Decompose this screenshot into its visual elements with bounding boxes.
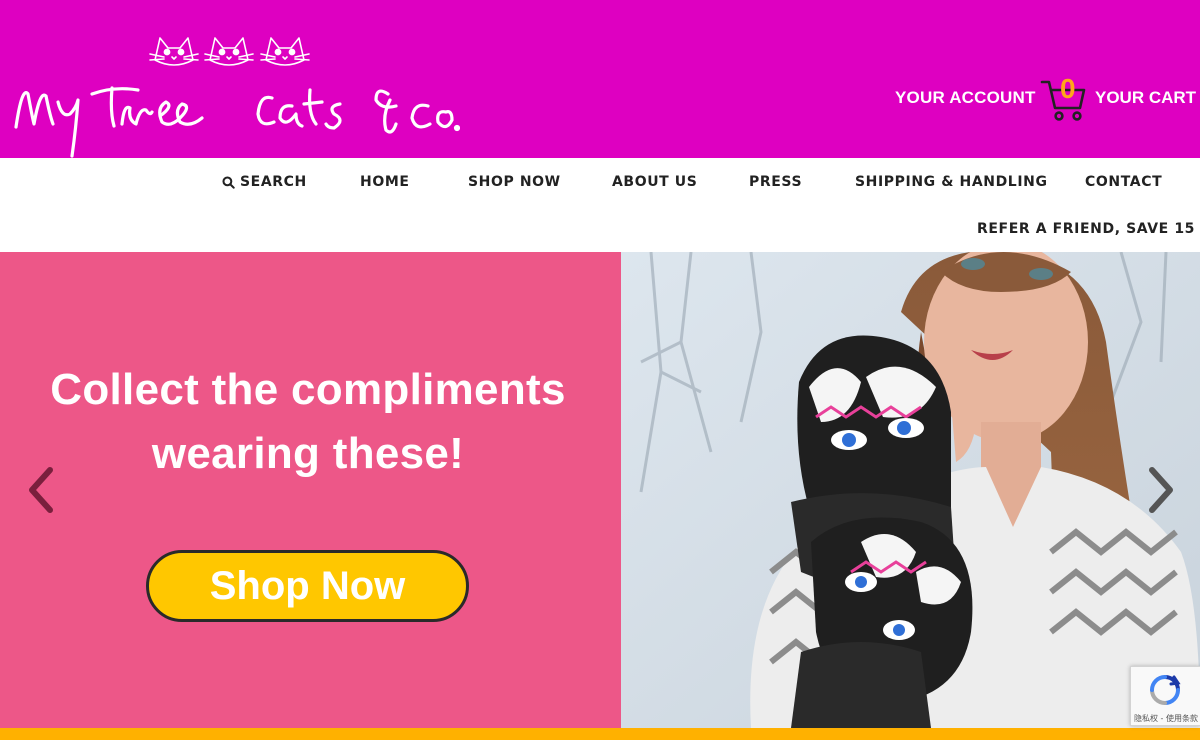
search-icon [222,175,235,189]
slider-prev-arrow[interactable] [24,464,58,516]
nav-shipping-handling[interactable]: SHIPPING & HANDLING [855,174,1048,190]
nav-refer-a-friend[interactable]: REFER A FRIEND, SAVE 15 [977,221,1195,237]
your-cart-link[interactable]: 0 YOUR CART [1040,73,1196,124]
hero-promo-panel: Collect the compliments wearing these! S… [0,252,621,728]
chevron-right-icon [1149,467,1173,513]
site-logo[interactable] [10,24,460,158]
cart-count: 0 [1060,73,1076,104]
cat-face-icon [204,37,254,66]
main-navigation: SEARCH HOME SHOP NOW ABOUT US PRESS SHIP… [0,158,1200,252]
nav-home[interactable]: HOME [360,174,410,190]
nav-shop-now[interactable]: SHOP NOW [468,174,561,190]
nav-press[interactable]: PRESS [749,174,802,190]
nav-about-us[interactable]: ABOUT US [612,174,697,190]
your-account-link[interactable]: YOUR ACCOUNT [895,88,1036,108]
hero-product-photo [621,252,1200,728]
chevron-left-icon [29,467,53,513]
recaptcha-badge[interactable]: 隐私权 - 使用条款 [1130,666,1200,726]
shop-now-button[interactable]: Shop Now [146,550,469,622]
site-header: YOUR ACCOUNT 0 YOUR CART [0,0,1200,158]
hero-headline-line2: wearing these! [151,429,465,478]
cat-face-icon [149,37,199,66]
footer-strip [0,728,1200,740]
nav-search-label: SEARCH [240,174,307,190]
slider-next-arrow[interactable] [1144,464,1178,516]
hero-slider: Collect the compliments wearing these! S… [0,252,1200,728]
recaptcha-privacy-terms[interactable]: 隐私权 - 使用条款 [1131,713,1200,724]
nav-contact[interactable]: CONTACT [1085,174,1162,190]
nav-search[interactable]: SEARCH [222,174,307,190]
hero-headline: Collect the compliments wearing these! [0,358,616,486]
hero-headline-line1: Collect the compliments [50,365,566,414]
your-cart-label: YOUR CART [1095,88,1197,107]
cat-face-icon [260,37,310,66]
recaptcha-icon [1148,673,1182,707]
